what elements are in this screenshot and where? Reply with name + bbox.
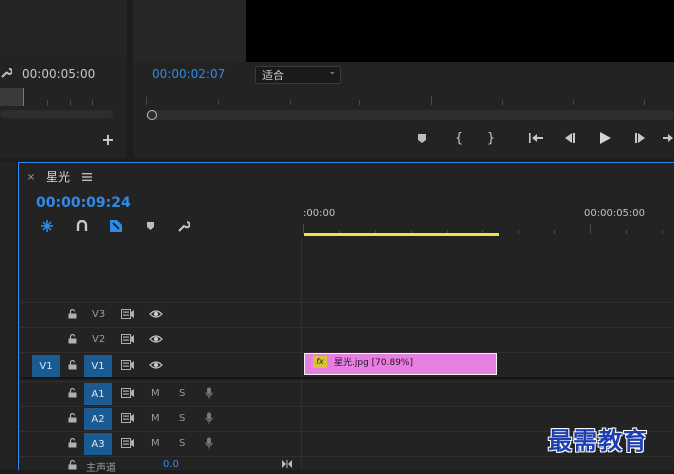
wrench-icon[interactable]	[0, 66, 12, 80]
lock-icon[interactable]	[66, 437, 78, 449]
program-zoom-bar[interactable]	[146, 110, 674, 120]
sync-lock-icon[interactable]	[120, 359, 136, 371]
fx-badge: fx	[313, 356, 327, 368]
mute-button[interactable]: M	[151, 438, 160, 449]
track-target-a3[interactable]: A3	[84, 433, 112, 455]
microphone-icon[interactable]	[203, 386, 215, 400]
linked-selection-icon[interactable]	[108, 218, 124, 234]
step-forward-icon[interactable]	[632, 131, 648, 145]
clip-label: 星光.jpg [70.89%]	[334, 358, 413, 368]
program-monitor-video	[246, 0, 674, 62]
menu-icon[interactable]	[81, 170, 93, 184]
go-to-end-icon[interactable]	[280, 458, 294, 470]
mute-button[interactable]: M	[151, 388, 160, 399]
ruler-start-label: :00:00	[303, 208, 336, 219]
solo-button[interactable]: S	[179, 388, 185, 399]
eye-icon[interactable]	[148, 308, 164, 320]
program-zoom-handle[interactable]	[147, 110, 157, 120]
track-v3[interactable]: V3	[20, 302, 674, 327]
source-timecode[interactable]: 00:00:05:00	[22, 67, 95, 81]
lock-icon[interactable]	[66, 412, 78, 424]
source-zoom-bar[interactable]	[0, 110, 113, 118]
eye-icon[interactable]	[148, 333, 164, 345]
video-clip[interactable]: fx 星光.jpg [70.89%]	[304, 353, 497, 375]
track-target-a2[interactable]: A2	[84, 408, 112, 430]
watermark-text: 最需教育	[548, 427, 648, 455]
master-volume-value[interactable]: 0.0	[163, 459, 179, 470]
sync-lock-icon[interactable]	[120, 387, 136, 399]
lock-icon[interactable]	[66, 308, 78, 320]
sequence-timecode[interactable]: 00:00:09:24	[36, 195, 131, 211]
wrench-icon[interactable]	[175, 218, 191, 234]
track-name: V1	[91, 360, 105, 372]
source-monitor-video	[0, 0, 127, 56]
go-to-in-icon[interactable]	[527, 131, 545, 145]
source-patch-label: V1	[39, 360, 53, 372]
lock-icon[interactable]	[66, 359, 78, 371]
sync-lock-icon[interactable]	[120, 412, 136, 424]
program-monitor-video-left	[133, 0, 246, 62]
track-name: A2	[91, 413, 105, 425]
nest-sequence-icon[interactable]	[39, 219, 55, 233]
track-target-v1[interactable]: V1	[84, 355, 112, 377]
mark-out-icon[interactable]: }	[484, 130, 498, 146]
source-playhead[interactable]	[23, 88, 24, 106]
ruler-mark-label: 00:00:05:00	[584, 208, 646, 219]
chevron-down-icon: ⌄	[328, 67, 336, 77]
master-track-name: 主声道	[86, 463, 116, 474]
solo-button[interactable]: S	[179, 438, 185, 449]
solo-button[interactable]: S	[179, 413, 185, 424]
track-name: V2	[92, 334, 106, 345]
track-target-a1[interactable]: A1	[84, 383, 112, 405]
sync-lock-icon[interactable]	[120, 437, 136, 449]
source-patch-v1[interactable]: V1	[32, 355, 60, 377]
sequence-tab-title[interactable]: 星光	[46, 168, 70, 185]
program-timecode[interactable]: 00:00:02:07	[152, 67, 225, 81]
track-a1[interactable]: A1 M S	[20, 381, 674, 406]
track-name: A3	[91, 438, 105, 450]
go-to-out-icon[interactable]	[663, 131, 674, 145]
mark-in-icon[interactable]: {	[452, 130, 466, 146]
fit-dropdown-label: 适合	[262, 69, 284, 82]
sync-lock-icon[interactable]	[120, 308, 136, 320]
add-marker-icon[interactable]	[415, 131, 429, 145]
lock-icon[interactable]	[66, 387, 78, 399]
mute-button[interactable]: M	[151, 413, 160, 424]
microphone-icon[interactable]	[203, 436, 215, 450]
work-area-bar[interactable]	[304, 233, 499, 236]
track-name: A1	[91, 388, 105, 400]
track-name: V3	[92, 309, 106, 320]
step-back-icon[interactable]	[562, 131, 578, 145]
sync-lock-icon[interactable]	[120, 333, 136, 345]
microphone-icon[interactable]	[203, 411, 215, 425]
tools-panel-strip	[0, 162, 16, 469]
lock-icon[interactable]	[66, 333, 78, 345]
add-marker-icon[interactable]	[143, 219, 157, 233]
plus-icon[interactable]: +	[101, 130, 115, 149]
fit-dropdown[interactable]: 适合 ⌄	[255, 66, 341, 84]
source-scrub-bar[interactable]	[0, 88, 24, 106]
snap-icon[interactable]	[74, 219, 90, 233]
track-v2[interactable]: V2	[20, 327, 674, 352]
eye-icon[interactable]	[148, 359, 164, 371]
play-icon[interactable]	[597, 130, 613, 146]
close-icon[interactable]: ×	[26, 170, 36, 184]
track-master[interactable]: 主声道 0.0	[20, 456, 674, 474]
